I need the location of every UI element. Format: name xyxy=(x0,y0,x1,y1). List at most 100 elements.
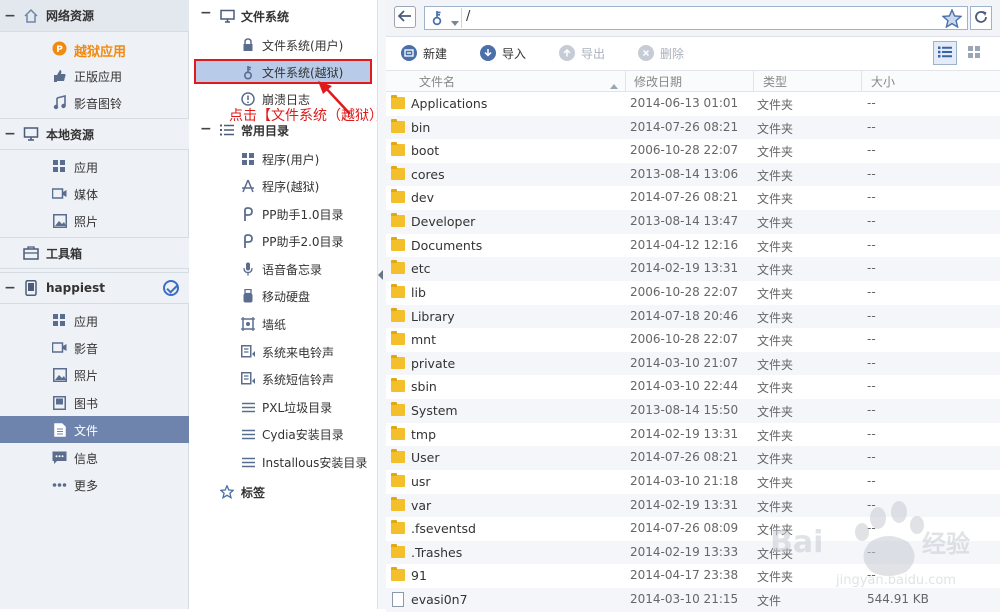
table-row[interactable]: tmp 2014-02-19 13:31 文件夹 -- xyxy=(386,423,1000,447)
folder-icon xyxy=(391,142,405,157)
tree-node-filesystem[interactable]: 文件系统 xyxy=(219,4,289,28)
back-button[interactable] xyxy=(394,6,416,28)
path-input-box[interactable] xyxy=(424,6,968,30)
section-network-resources[interactable]: − 网络资源 xyxy=(0,0,189,32)
column-separator[interactable] xyxy=(861,70,862,92)
sidebar-item-device-files[interactable]: 文件 xyxy=(0,416,189,443)
tree-item-call-ringtones[interactable]: 系统来电铃声 xyxy=(240,340,334,364)
tree-item-label: 文件系统(用户) xyxy=(262,38,344,53)
table-row[interactable]: etc 2014-02-19 13:31 文件夹 -- xyxy=(386,257,1000,281)
table-row[interactable]: bin 2014-07-26 08:21 文件夹 -- xyxy=(386,115,1000,140)
tree-item-cydia-dir[interactable]: Cydia安装目录 xyxy=(240,422,344,446)
collapse-icon[interactable]: − xyxy=(0,280,20,296)
table-row[interactable]: Developer 2013-08-14 13:47 文件夹 -- xyxy=(386,210,1000,234)
refresh-button[interactable] xyxy=(970,6,992,30)
tree-node-tags[interactable]: 标签 xyxy=(219,480,265,504)
tree-item-pp-2-dir[interactable]: PP助手2.0目录 xyxy=(240,229,344,253)
path-input[interactable]: / xyxy=(466,9,470,24)
sidebar-item-local-media[interactable]: 媒体 xyxy=(0,180,189,207)
table-row[interactable]: dev 2014-07-26 08:21 文件夹 -- xyxy=(386,186,1000,210)
table-row[interactable]: lib 2006-10-28 22:07 文件夹 -- xyxy=(386,281,1000,305)
file-name-cell: etc xyxy=(411,261,431,277)
sidebar-item-local-apps[interactable]: 应用 xyxy=(0,153,189,180)
section-toolbox[interactable]: 工具箱 xyxy=(0,237,189,269)
size-cell: -- xyxy=(867,119,876,134)
table-row[interactable]: Library 2014-07-18 20:46 文件夹 -- xyxy=(386,304,1000,329)
section-local-resources[interactable]: − 本地资源 xyxy=(0,118,189,150)
sidebar-item-media-ringtones[interactable]: 影音图铃 xyxy=(0,89,189,116)
sidebar-item-device-books[interactable]: 图书 xyxy=(0,389,189,416)
table-row[interactable]: System 2013-08-14 15:50 文件夹 -- xyxy=(386,399,1000,423)
favorite-star-icon[interactable] xyxy=(941,8,963,31)
sidebar-item-device-messages[interactable]: 信息 xyxy=(0,444,189,471)
list-view-button[interactable] xyxy=(933,41,957,65)
table-row[interactable]: boot 2006-10-28 22:07 文件夹 -- xyxy=(386,139,1000,163)
folder-icon xyxy=(391,283,405,298)
file-name-cell: sbin xyxy=(411,379,437,395)
list-icon xyxy=(240,454,256,470)
column-separator[interactable] xyxy=(753,70,754,92)
size-cell: -- xyxy=(867,379,876,394)
folder-icon xyxy=(391,331,405,346)
date-cell: 2014-03-10 21:15 xyxy=(630,592,739,607)
tree-item-sms-ringtones[interactable]: 系统短信铃声 xyxy=(240,367,334,391)
column-header-name[interactable]: 文件名 xyxy=(419,73,455,90)
tree-item-installous-dir[interactable]: Installous安装目录 xyxy=(240,450,367,474)
column-separator[interactable] xyxy=(625,70,626,92)
folder-icon xyxy=(391,354,405,369)
photo-icon xyxy=(52,213,67,228)
sidebar-item-jailbreak-apps[interactable]: P 越狱应用 xyxy=(0,35,189,62)
folder-icon xyxy=(391,95,405,109)
grid-view-button[interactable] xyxy=(962,41,986,65)
collapse-icon[interactable]: − xyxy=(200,121,212,137)
table-row[interactable]: mnt 2006-10-28 22:07 文件夹 -- xyxy=(386,328,1000,352)
folder-icon xyxy=(391,165,405,180)
tree-item-pp-1-dir[interactable]: PP助手1.0目录 xyxy=(240,202,344,226)
phone-icon xyxy=(20,280,42,296)
sidebar-item-label: 更多 xyxy=(74,479,99,493)
tree-item-filesystem-user[interactable]: 文件系统(用户) xyxy=(240,33,343,57)
tree-item-wallpaper[interactable]: 墙纸 xyxy=(240,312,286,336)
table-row[interactable]: Documents 2014-04-12 12:16 文件夹 -- xyxy=(386,234,1000,258)
type-cell: 文件夹 xyxy=(757,475,794,490)
table-row[interactable]: User 2014-07-26 08:21 文件夹 -- xyxy=(386,446,1000,470)
sidebar-item-device-more[interactable]: 更多 xyxy=(0,471,189,498)
date-cell: 2014-03-10 22:44 xyxy=(630,379,739,394)
type-cell: 文件夹 xyxy=(757,381,794,396)
collapse-left-icon[interactable] xyxy=(378,270,384,280)
collapse-icon[interactable]: − xyxy=(200,5,212,21)
import-button[interactable]: 导入 xyxy=(480,44,526,62)
chevron-down-icon[interactable] xyxy=(451,15,459,29)
table-row[interactable]: private 2014-03-10 21:07 文件夹 -- xyxy=(386,351,1000,376)
column-header-date[interactable]: 修改日期 xyxy=(634,73,682,90)
sidebar-item-device-photos[interactable]: 照片 xyxy=(0,361,189,388)
export-button[interactable]: 导出 xyxy=(559,44,605,62)
table-row[interactable]: Applications 2014-06-13 01:01 文件夹 -- xyxy=(386,92,1000,116)
star-icon xyxy=(219,484,235,500)
collapse-icon[interactable]: − xyxy=(0,8,20,24)
size-cell: -- xyxy=(867,190,876,205)
svg-text:jingyan.baidu.com: jingyan.baidu.com xyxy=(835,573,956,588)
tree-item-pxl-trash-dir[interactable]: PXL垃圾目录 xyxy=(240,395,332,419)
sidebar-item-device-video[interactable]: 影音 xyxy=(0,334,189,361)
sidebar-item-device-apps[interactable]: 应用 xyxy=(0,307,189,334)
table-row[interactable]: cores 2013-08-14 13:06 文件夹 -- xyxy=(386,162,1000,187)
tree-item-apps-user[interactable]: 程序(用户) xyxy=(240,147,319,171)
sidebar-item-genuine-apps[interactable]: 正版应用 xyxy=(0,62,189,89)
collapse-icon[interactable]: − xyxy=(0,126,20,142)
section-device-happiest[interactable]: − happiest xyxy=(0,272,189,304)
sidebar-item-local-photos[interactable]: 照片 xyxy=(0,207,189,234)
new-button[interactable]: 新建 xyxy=(401,44,447,62)
file-name-cell: 91 xyxy=(411,568,427,584)
delete-button[interactable]: 删除 xyxy=(638,44,684,62)
size-cell: -- xyxy=(867,473,876,488)
date-cell: 2014-04-12 12:16 xyxy=(630,237,739,252)
tree-item-voice-memos[interactable]: 语音备忘录 xyxy=(240,257,322,281)
column-header-size[interactable]: 大小 xyxy=(871,73,895,90)
tree-item-apps-jailbreak[interactable]: 程序(越狱) xyxy=(240,174,319,198)
table-row[interactable]: sbin 2014-03-10 22:44 文件夹 -- xyxy=(386,375,1000,399)
tree-item-label: 移动硬盘 xyxy=(262,289,311,304)
sort-asc-icon[interactable] xyxy=(610,78,618,92)
tree-item-usb-drive[interactable]: 移动硬盘 xyxy=(240,284,310,308)
column-header-type[interactable]: 类型 xyxy=(763,73,787,90)
